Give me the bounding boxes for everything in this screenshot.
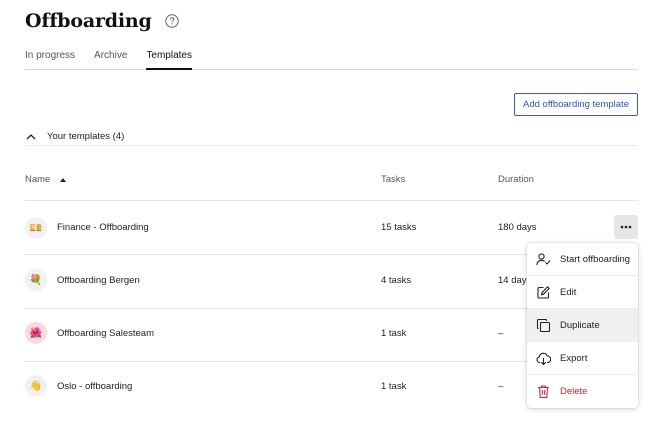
add-offboarding-template-button[interactable]: Add offboarding template xyxy=(514,93,638,116)
name-column-header[interactable]: Name xyxy=(25,174,67,185)
edit-icon xyxy=(536,285,551,300)
more-options-button[interactable] xyxy=(614,215,638,239)
menu-item-label: Start offboarding xyxy=(560,253,631,265)
name-header-label: Name xyxy=(25,174,51,185)
template-name: Offboarding Bergen xyxy=(57,275,140,286)
page-title: Offboarding xyxy=(25,10,152,32)
menu-item-label: Delete xyxy=(560,386,588,397)
menu-item-export[interactable]: Export xyxy=(527,342,638,375)
template-tasks: 15 tasks xyxy=(381,222,417,233)
template-name: Offboarding Salesteam xyxy=(57,328,154,339)
template-name: Oslo - offboarding xyxy=(57,381,133,392)
template-tasks: 1 task xyxy=(381,328,407,339)
tab-bar: In progress Archive Templates xyxy=(25,47,638,70)
duplicate-icon xyxy=(536,318,551,333)
template-avatar: 💴 xyxy=(25,217,47,239)
section-label: Your templates (4) xyxy=(47,131,125,142)
trash-icon xyxy=(536,384,551,399)
tab-templates[interactable]: Templates xyxy=(146,47,192,70)
tab-archive[interactable]: Archive xyxy=(94,47,127,70)
template-duration: 180 days xyxy=(498,222,537,233)
template-avatar: 👋 xyxy=(25,375,47,397)
context-menu: Start offboarding Edit Duplicate Export … xyxy=(527,243,638,408)
template-tasks: 4 tasks xyxy=(381,275,412,286)
sort-ascending-icon xyxy=(59,176,67,184)
menu-item-label: Edit xyxy=(560,286,577,298)
template-avatar: 💐 xyxy=(25,269,47,291)
menu-item-label: Export xyxy=(560,352,588,364)
page-header: Offboarding xyxy=(25,10,179,32)
help-icon[interactable] xyxy=(164,14,179,28)
menu-item-label: Duplicate xyxy=(560,319,600,331)
menu-item-edit[interactable]: Edit xyxy=(527,276,638,309)
duration-column-header: Duration xyxy=(498,174,534,185)
menu-item-duplicate[interactable]: Duplicate xyxy=(527,309,638,342)
export-icon xyxy=(536,351,551,366)
template-tasks: 1 task xyxy=(381,381,407,392)
menu-item-delete[interactable]: Delete xyxy=(527,375,638,408)
tasks-column-header: Tasks xyxy=(381,174,406,185)
chevron-up-icon xyxy=(25,131,37,143)
template-name: Finance - Offboarding xyxy=(57,222,149,233)
more-horizontal-icon xyxy=(620,225,632,229)
tab-in-progress[interactable]: In progress xyxy=(25,47,75,70)
template-duration: – xyxy=(498,328,504,339)
menu-item-start-offboarding[interactable]: Start offboarding xyxy=(527,243,638,276)
templates-section-toggle[interactable]: Your templates (4) xyxy=(25,130,638,146)
template-duration: – xyxy=(498,381,504,392)
template-avatar: 🌺 xyxy=(25,322,47,344)
user-check-icon xyxy=(536,252,551,267)
table-header: Name Tasks Duration xyxy=(25,172,638,201)
